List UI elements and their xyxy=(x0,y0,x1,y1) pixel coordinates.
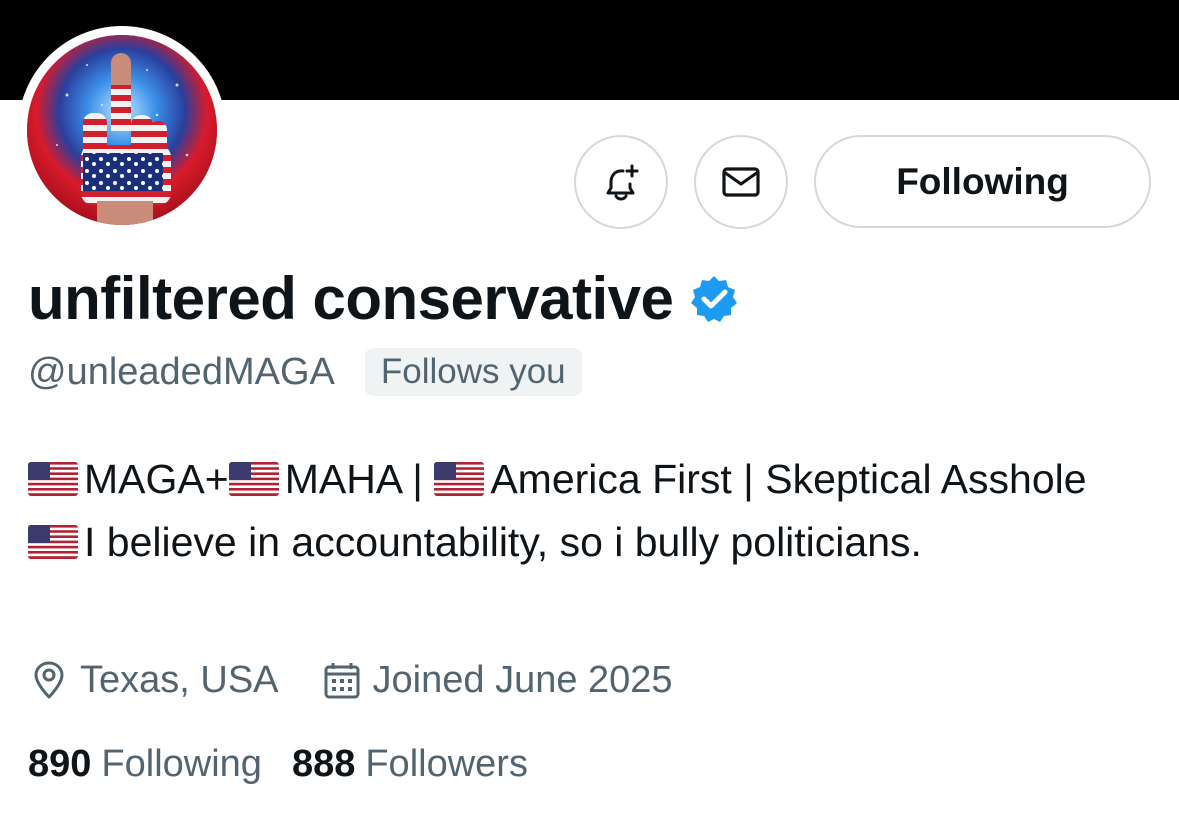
followers-count: 888 xyxy=(291,743,356,785)
message-button[interactable] xyxy=(694,135,788,229)
calendar-icon xyxy=(324,663,360,699)
bio-text: America First | Skeptical Asshole xyxy=(490,456,1087,502)
join-date: Joined June 2025 xyxy=(321,656,673,704)
follow-stats: 890 Following 888 Followers xyxy=(28,740,528,788)
name-row: unfiltered conservative xyxy=(28,264,739,334)
follows-you-badge: Follows you xyxy=(364,348,582,396)
profile-page: Following unfiltered conservative @unlea… xyxy=(0,0,1179,816)
location-pin-icon xyxy=(34,661,64,699)
followers-stat[interactable]: 888 Followers xyxy=(292,740,528,788)
bio-text: I believe in accountability, so i bully … xyxy=(84,519,922,565)
notifications-button[interactable] xyxy=(574,135,668,229)
avatar[interactable] xyxy=(27,35,217,225)
followers-label: Followers xyxy=(365,743,528,785)
envelope-icon xyxy=(722,167,760,197)
following-stat[interactable]: 890 Following xyxy=(28,740,262,788)
bio-text: MAHA | xyxy=(284,456,435,502)
joined-text: Joined June 2025 xyxy=(372,659,673,701)
display-name: unfiltered conservative xyxy=(28,265,674,332)
profile-meta: Texas, USA Joined June 2025 xyxy=(28,656,673,704)
handle: @unleadedMAGA xyxy=(28,351,335,393)
verified-badge-icon[interactable] xyxy=(689,274,739,324)
avatar-ring xyxy=(18,26,226,234)
location-text: Texas, USA xyxy=(80,659,279,701)
bio-text: MAGA+ xyxy=(84,456,229,502)
following-button[interactable]: Following xyxy=(814,135,1151,228)
bio: MAGA+ MAHA | America First | Skeptical As… xyxy=(28,448,1148,574)
us-flag-icon xyxy=(28,462,78,496)
us-flag-icon xyxy=(28,525,78,559)
handle-row: @unleadedMAGA Follows you xyxy=(28,348,582,396)
bell-plus-icon xyxy=(606,164,639,201)
middle-finger-flag-avatar-icon xyxy=(27,35,217,225)
following-label: Following xyxy=(101,743,262,785)
us-flag-icon xyxy=(228,462,279,496)
us-flag-icon xyxy=(434,462,485,496)
location: Texas, USA xyxy=(28,656,279,704)
following-count: 890 xyxy=(28,743,92,785)
